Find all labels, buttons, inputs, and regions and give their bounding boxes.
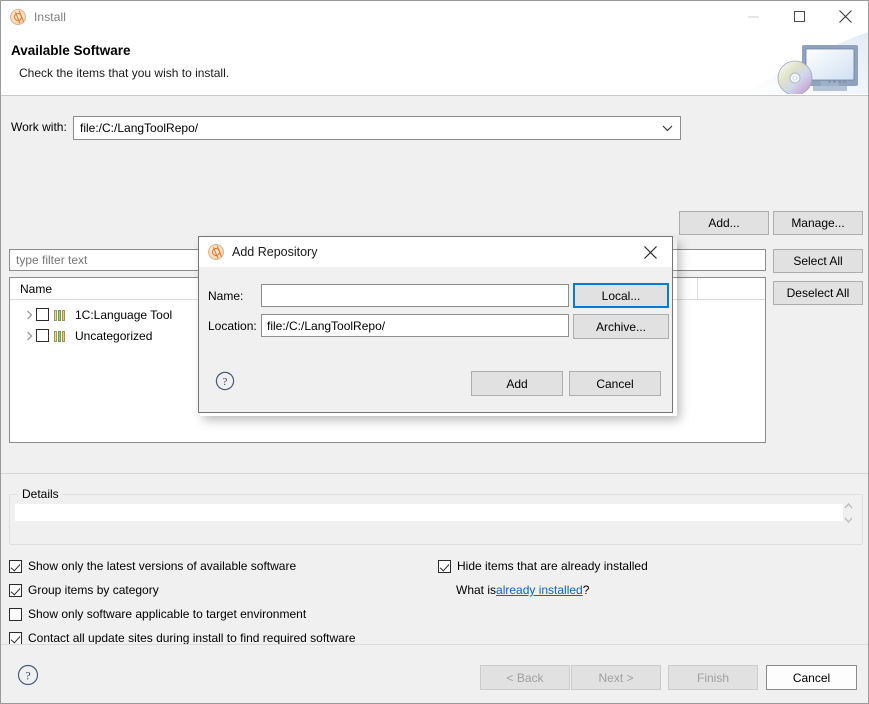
row-checkbox[interactable] <box>36 329 49 342</box>
feature-category-icon <box>54 309 69 321</box>
wizard-header: Available Software Check the items that … <box>1 32 868 96</box>
next-button[interactable]: Next > <box>571 665 661 690</box>
checkbox-box[interactable] <box>438 559 451 573</box>
modal-body: Name: Location: file:/C:/LangToolRepo/ L… <box>199 267 672 359</box>
work-with-value: file:/C:/LangToolRepo/ <box>80 121 199 135</box>
section-divider <box>1 473 868 474</box>
checkbox-label: Group items by category <box>28 583 159 597</box>
help-icon[interactable]: ? <box>215 371 235 391</box>
modal-cancel-button[interactable]: Cancel <box>569 371 661 396</box>
checkbox-label: Contact all update sites during install … <box>28 631 356 645</box>
select-all-button[interactable]: Select All <box>773 249 863 273</box>
column-divider <box>697 278 698 299</box>
manage-repositories-button[interactable]: Manage... <box>773 211 863 235</box>
title-bar: Install <box>1 1 868 32</box>
window-controls <box>730 1 868 32</box>
checkbox-box[interactable] <box>9 631 22 645</box>
feature-category-icon <box>54 330 69 342</box>
details-legend: Details <box>18 487 63 501</box>
options-right: Hide items that are already installed Wh… <box>438 554 648 602</box>
checkbox-applicable-to-target[interactable]: Show only software applicable to target … <box>9 602 356 626</box>
work-with-label: Work with: <box>11 120 67 134</box>
details-group: Details <box>9 487 863 545</box>
page-subtitle: Check the items that you wish to install… <box>19 66 230 80</box>
svg-text:?: ? <box>223 376 228 388</box>
add-repository-dialog: Add Repository Name: Location: file:/C:/… <box>198 236 673 413</box>
page-title: Available Software <box>11 43 131 58</box>
chevron-right-icon[interactable] <box>22 308 36 322</box>
row-name: 1C:Language Tool <box>75 307 173 322</box>
eclipse-icon <box>10 8 26 25</box>
checkbox-group-by-category[interactable]: Group items by category <box>9 578 356 602</box>
checkbox-box[interactable] <box>9 607 22 621</box>
maximize-icon[interactable] <box>776 1 822 32</box>
eclipse-icon <box>208 244 224 260</box>
close-icon[interactable] <box>628 237 672 267</box>
scroll-updown-icon[interactable] <box>842 503 855 523</box>
back-button[interactable]: < Back <box>480 665 570 690</box>
checkbox-show-latest-versions[interactable]: Show only the latest versions of availab… <box>9 554 356 578</box>
chevron-down-icon[interactable] <box>658 117 676 139</box>
modal-title: Add Repository <box>232 245 318 259</box>
options-left: Show only the latest versions of availab… <box>9 554 356 650</box>
install-wizard-window: Install Available Software Check the ite… <box>0 0 869 704</box>
close-icon[interactable] <box>822 1 868 32</box>
help-icon[interactable]: ? <box>17 664 39 686</box>
row-name: Uncategorized <box>75 328 153 343</box>
already-installed-hint: What is already installed ? <box>438 578 648 602</box>
checkbox-box[interactable] <box>9 559 22 573</box>
modal-footer: ? Add Cancel <box>199 359 672 412</box>
row-checkbox[interactable] <box>36 308 49 321</box>
already-installed-link[interactable]: already installed <box>496 583 583 597</box>
modal-title-bar: Add Repository <box>199 237 672 267</box>
cancel-button[interactable]: Cancel <box>766 665 857 690</box>
checkbox-hide-installed[interactable]: Hide items that are already installed <box>438 554 648 578</box>
filter-placeholder: type filter text <box>16 253 88 267</box>
finish-button[interactable]: Finish <box>668 665 758 690</box>
location-label: Location: <box>208 319 257 333</box>
deselect-all-button[interactable]: Deselect All <box>773 281 863 305</box>
checkbox-label: Show only software applicable to target … <box>28 607 307 621</box>
checkbox-label: Show only the latest versions of availab… <box>28 559 297 573</box>
work-with-row: Work with: file:/C:/LangToolRepo/ <box>11 116 858 140</box>
location-field[interactable]: file:/C:/LangToolRepo/ <box>261 314 569 337</box>
work-with-combo[interactable]: file:/C:/LangToolRepo/ <box>73 116 681 140</box>
name-field[interactable] <box>261 284 569 307</box>
checkbox-box[interactable] <box>9 583 22 597</box>
window-title: Install <box>34 9 67 24</box>
details-text <box>15 504 843 521</box>
hint-suffix: ? <box>582 583 590 597</box>
svg-text:?: ? <box>25 669 30 683</box>
location-value: file:/C:/LangToolRepo/ <box>267 318 386 333</box>
hint-prefix: What is <box>456 583 497 597</box>
minimize-icon[interactable] <box>730 1 776 32</box>
local-button[interactable]: Local... <box>573 283 669 308</box>
chevron-right-icon[interactable] <box>22 329 36 343</box>
modal-add-button[interactable]: Add <box>471 371 563 396</box>
checkbox-label: Hide items that are already installed <box>457 559 648 573</box>
archive-button[interactable]: Archive... <box>573 314 669 339</box>
monitor-cd-icon <box>718 32 868 94</box>
add-repository-button[interactable]: Add... <box>679 211 769 235</box>
name-label: Name: <box>208 289 244 303</box>
